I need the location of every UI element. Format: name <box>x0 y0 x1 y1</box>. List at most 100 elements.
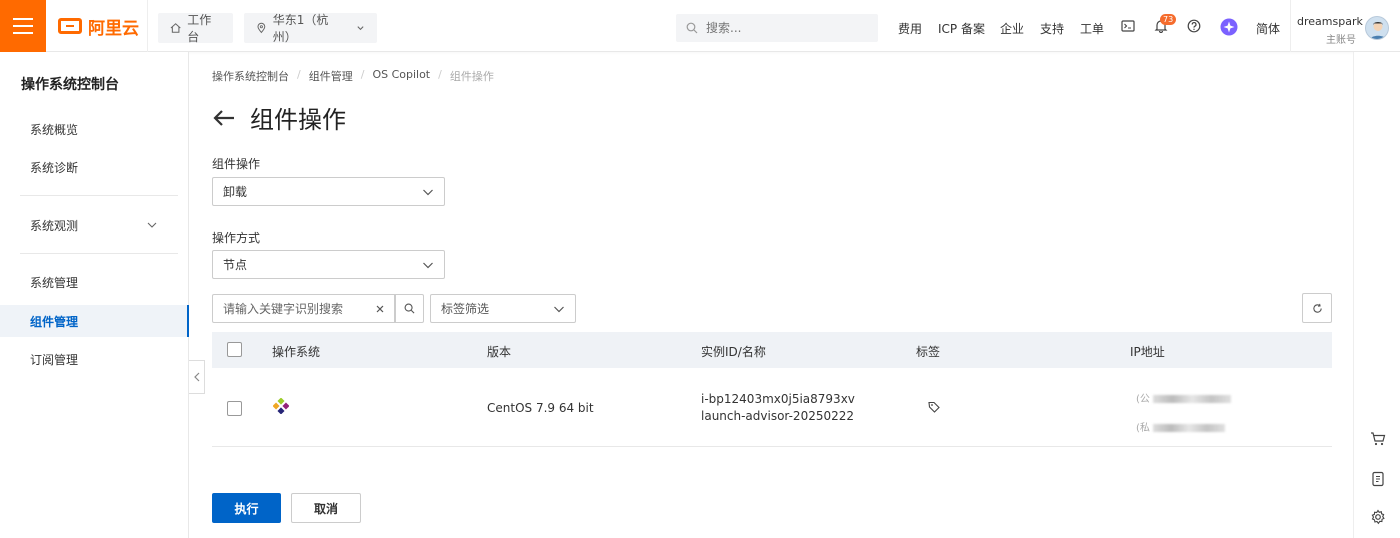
chevron-down-icon <box>357 26 364 31</box>
mode-label: 操作方式 <box>212 231 261 245</box>
global-search-input[interactable] <box>706 21 856 35</box>
table-header: 操作系统 版本 实例ID/名称 标签 IP地址 <box>212 332 1332 368</box>
region-label: 华东1（杭州） <box>272 13 329 44</box>
ai-assistant-icon[interactable] <box>1220 18 1238 36</box>
document-button[interactable] <box>1369 470 1387 488</box>
tag-icon[interactable] <box>928 401 940 413</box>
sidebar-item-label: 系统概览 <box>30 122 79 137</box>
sidebar-item-label: 系统观测 <box>30 218 79 233</box>
cart-icon <box>1371 432 1386 446</box>
page-title-row: 组件操作 <box>212 100 346 135</box>
sidebar-item-subscription[interactable]: 订阅管理 <box>0 343 189 375</box>
workbench-button[interactable]: 工作台 <box>158 13 233 44</box>
document-icon <box>1372 471 1384 487</box>
location-icon <box>257 22 266 34</box>
operation-select[interactable]: 卸载 <box>212 177 445 206</box>
sidebar-separator <box>20 195 178 196</box>
private-ip-prefix: (私 <box>1136 423 1150 434</box>
breadcrumb-item[interactable]: 操作系统控制台 <box>212 68 289 84</box>
menu-line <box>13 25 33 27</box>
keyword-search-input[interactable]: 请输入关键字识别搜索 <box>212 294 395 323</box>
keyword-search-placeholder: 请输入关键字识别搜索 <box>223 302 344 316</box>
select-all-checkbox[interactable] <box>227 342 242 357</box>
sidebar-item-label: 系统诊断 <box>30 160 79 175</box>
aliyun-logo[interactable]: 阿里云 <box>58 15 139 39</box>
os-version: CentOS 7.9 64 bit <box>487 401 594 415</box>
help-icon[interactable] <box>1187 19 1201 33</box>
gear-icon <box>1371 509 1385 525</box>
back-arrow-icon[interactable] <box>212 108 236 128</box>
divider <box>147 0 148 52</box>
aliyun-logo-icon <box>58 18 82 34</box>
clear-icon[interactable] <box>376 305 384 313</box>
public-ip: (公 <box>1136 390 1232 405</box>
row-checkbox[interactable] <box>227 401 242 416</box>
mode-value: 节点 <box>223 258 248 272</box>
chevron-down-icon <box>423 189 433 195</box>
nav-fees[interactable]: 费用 <box>898 20 922 37</box>
execute-button[interactable]: 执行 <box>212 493 281 523</box>
user-name[interactable]: dreamspark <box>1297 15 1363 28</box>
menu-button[interactable] <box>0 0 46 52</box>
tag-filter-label: 标签筛选 <box>441 302 490 316</box>
sidebar-separator <box>20 253 178 254</box>
nav-icp[interactable]: ICP 备案 <box>938 20 985 37</box>
nav-enterprise[interactable]: 企业 <box>1000 20 1024 37</box>
redacted-value <box>1153 424 1226 432</box>
tag-filter-select[interactable]: 标签筛选 <box>430 294 576 323</box>
table-row: CentOS 7.9 64 bit i-bp12403mx0j5ia8793xv… <box>212 368 1332 447</box>
settings-button[interactable] <box>1369 508 1387 526</box>
column-header-version[interactable]: 版本 <box>487 343 511 360</box>
user-role: 主账号 <box>1326 35 1356 46</box>
sidebar-item-component-management[interactable]: 组件管理 <box>0 305 189 337</box>
notification-badge: 73 <box>1160 14 1177 25</box>
page-title: 组件操作 <box>250 106 346 134</box>
refresh-button[interactable] <box>1302 293 1332 323</box>
column-header-ip[interactable]: IP地址 <box>1130 343 1165 360</box>
nav-ticket[interactable]: 工单 <box>1080 20 1104 37</box>
column-header-os[interactable]: 操作系统 <box>272 343 320 360</box>
global-search[interactable] <box>676 14 878 42</box>
breadcrumb-sep: / <box>438 68 442 81</box>
sidebar-item-system-management[interactable]: 系统管理 <box>0 266 189 298</box>
home-icon <box>170 23 181 33</box>
search-icon <box>686 22 698 34</box>
menu-line <box>13 32 33 34</box>
sidebar-item-label: 组件管理 <box>30 314 79 329</box>
right-rail <box>1353 52 1400 538</box>
sidebar-item-label: 订阅管理 <box>30 352 79 367</box>
breadcrumb: 操作系统控制台 / 组件管理 / OS Copilot / 组件操作 <box>212 68 494 84</box>
nav-support[interactable]: 支持 <box>1040 20 1064 37</box>
column-header-instance[interactable]: 实例ID/名称 <box>701 343 766 360</box>
avatar[interactable] <box>1365 16 1389 40</box>
public-ip-prefix: (公 <box>1136 394 1150 405</box>
language-switch[interactable]: 简体 <box>1256 20 1280 37</box>
workbench-label: 工作台 <box>187 13 212 44</box>
breadcrumb-current: 组件操作 <box>449 70 494 83</box>
sidebar-item-overview[interactable]: 系统概览 <box>0 113 189 145</box>
sidebar-item-diagnosis[interactable]: 系统诊断 <box>0 151 189 183</box>
sidebar-item-observe[interactable]: 系统观测 <box>0 209 189 241</box>
region-selector[interactable]: 华东1（杭州） <box>244 13 377 44</box>
cancel-button[interactable]: 取消 <box>291 493 361 523</box>
keyword-search-button[interactable] <box>395 294 424 323</box>
logo-text: 阿里云 <box>88 18 139 39</box>
cart-button[interactable] <box>1369 430 1387 448</box>
column-header-tags[interactable]: 标签 <box>916 343 940 360</box>
centos-logo-icon <box>273 398 289 414</box>
instance-id[interactable]: i-bp12403mx0j5ia8793xv <box>701 392 855 406</box>
private-ip: (私 <box>1136 419 1226 434</box>
mode-select[interactable]: 节点 <box>212 250 445 279</box>
top-bar: 阿里云 工作台 华东1（杭州） 费用 ICP 备案 企业 支持 工单 73 简体… <box>0 0 1400 52</box>
refresh-icon <box>1312 303 1322 313</box>
breadcrumb-sep: / <box>297 68 301 81</box>
breadcrumb-item[interactable]: OS Copilot <box>372 68 430 84</box>
terminal-icon[interactable] <box>1121 19 1135 33</box>
menu-line <box>13 18 33 20</box>
search-icon <box>404 303 415 314</box>
breadcrumb-item[interactable]: 组件管理 <box>309 68 353 84</box>
chevron-down-icon <box>554 306 564 312</box>
chevron-down-icon <box>147 222 157 228</box>
sidebar-title: 操作系统控制台 <box>21 77 119 93</box>
operation-value: 卸载 <box>223 185 248 199</box>
